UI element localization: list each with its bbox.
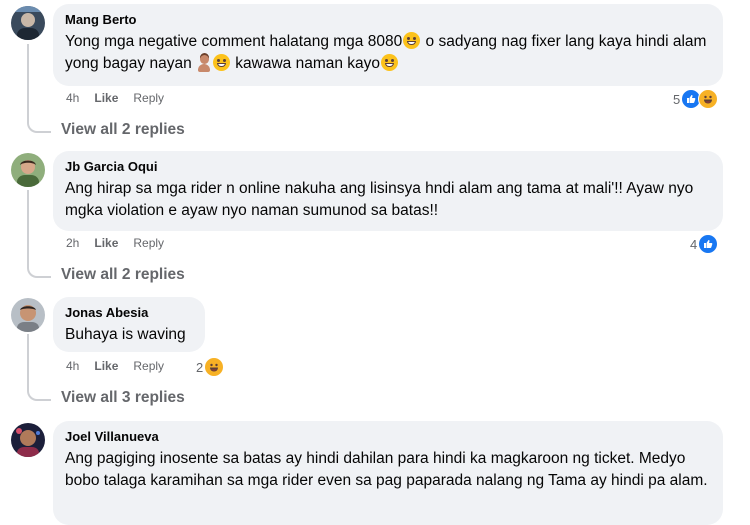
- avatar[interactable]: [11, 298, 45, 332]
- comment-text: Ang pagiging inosente sa batas ay hindi …: [65, 450, 708, 489]
- comment-text-part: Yong mga negative comment halatang mga 8…: [65, 33, 403, 50]
- comment-author[interactable]: Jb Garcia Oqui: [65, 158, 711, 175]
- laughing-emoji-icon: [213, 54, 230, 71]
- reply-button[interactable]: Reply: [133, 359, 164, 373]
- haha-icon: [204, 357, 225, 377]
- comment-time[interactable]: 4h: [66, 91, 79, 105]
- comment-text-part: kawawa naman kayo: [231, 55, 381, 72]
- comment-actions: 4h Like Reply: [66, 91, 179, 105]
- comment-time[interactable]: 4h: [66, 359, 79, 373]
- comment-actions: 2h Like Reply: [66, 236, 179, 250]
- reaction-summary[interactable]: 2: [196, 357, 225, 377]
- comment-author[interactable]: Joel Villanueva: [65, 428, 711, 445]
- comment-author[interactable]: Mang Berto: [65, 11, 711, 28]
- reply-connector-line: [27, 190, 51, 278]
- like-icon: [698, 234, 719, 254]
- comment-bubble: Jonas Abesia Buhaya is waving: [53, 297, 205, 352]
- like-button[interactable]: Like: [94, 359, 118, 373]
- grinning-emoji-icon: [403, 32, 421, 49]
- view-replies-link[interactable]: View all 2 replies: [61, 266, 185, 284]
- reaction-count: 2: [196, 359, 204, 375]
- comment-time[interactable]: 2h: [66, 236, 79, 250]
- reaction-count: 5: [673, 91, 681, 107]
- avatar[interactable]: [11, 6, 45, 40]
- grinning-emoji-icon: [381, 54, 399, 71]
- comment-bubble: Mang Berto Yong mga negative comment hal…: [53, 4, 723, 86]
- like-button[interactable]: Like: [94, 91, 118, 105]
- haha-icon: [698, 89, 719, 109]
- comment-author[interactable]: Jonas Abesia: [65, 304, 193, 321]
- person-emoji-icon: [197, 54, 211, 72]
- view-replies-link[interactable]: View all 2 replies: [61, 121, 185, 139]
- reply-connector-line: [27, 44, 51, 133]
- reaction-summary[interactable]: 5: [673, 89, 719, 109]
- comment-text: Buhaya is waving: [65, 326, 186, 343]
- comment-actions: 4h Like Reply: [66, 359, 179, 373]
- reply-connector-line: [27, 334, 51, 401]
- reply-button[interactable]: Reply: [133, 236, 164, 250]
- comment-text: Ang hirap sa mga rider n online nakuha a…: [65, 180, 694, 219]
- reply-button[interactable]: Reply: [133, 91, 164, 105]
- reaction-summary[interactable]: 4: [690, 234, 719, 254]
- comment-bubble: Jb Garcia Oqui Ang hirap sa mga rider n …: [53, 151, 723, 231]
- like-button[interactable]: Like: [94, 236, 118, 250]
- comment-bubble: Joel Villanueva Ang pagiging inosente sa…: [53, 421, 723, 525]
- comment-text: Yong mga negative comment halatang mga 8…: [65, 31, 711, 75]
- avatar[interactable]: [11, 423, 45, 457]
- reaction-count: 4: [690, 236, 698, 252]
- avatar[interactable]: [11, 153, 45, 187]
- view-replies-link[interactable]: View all 3 replies: [61, 389, 185, 407]
